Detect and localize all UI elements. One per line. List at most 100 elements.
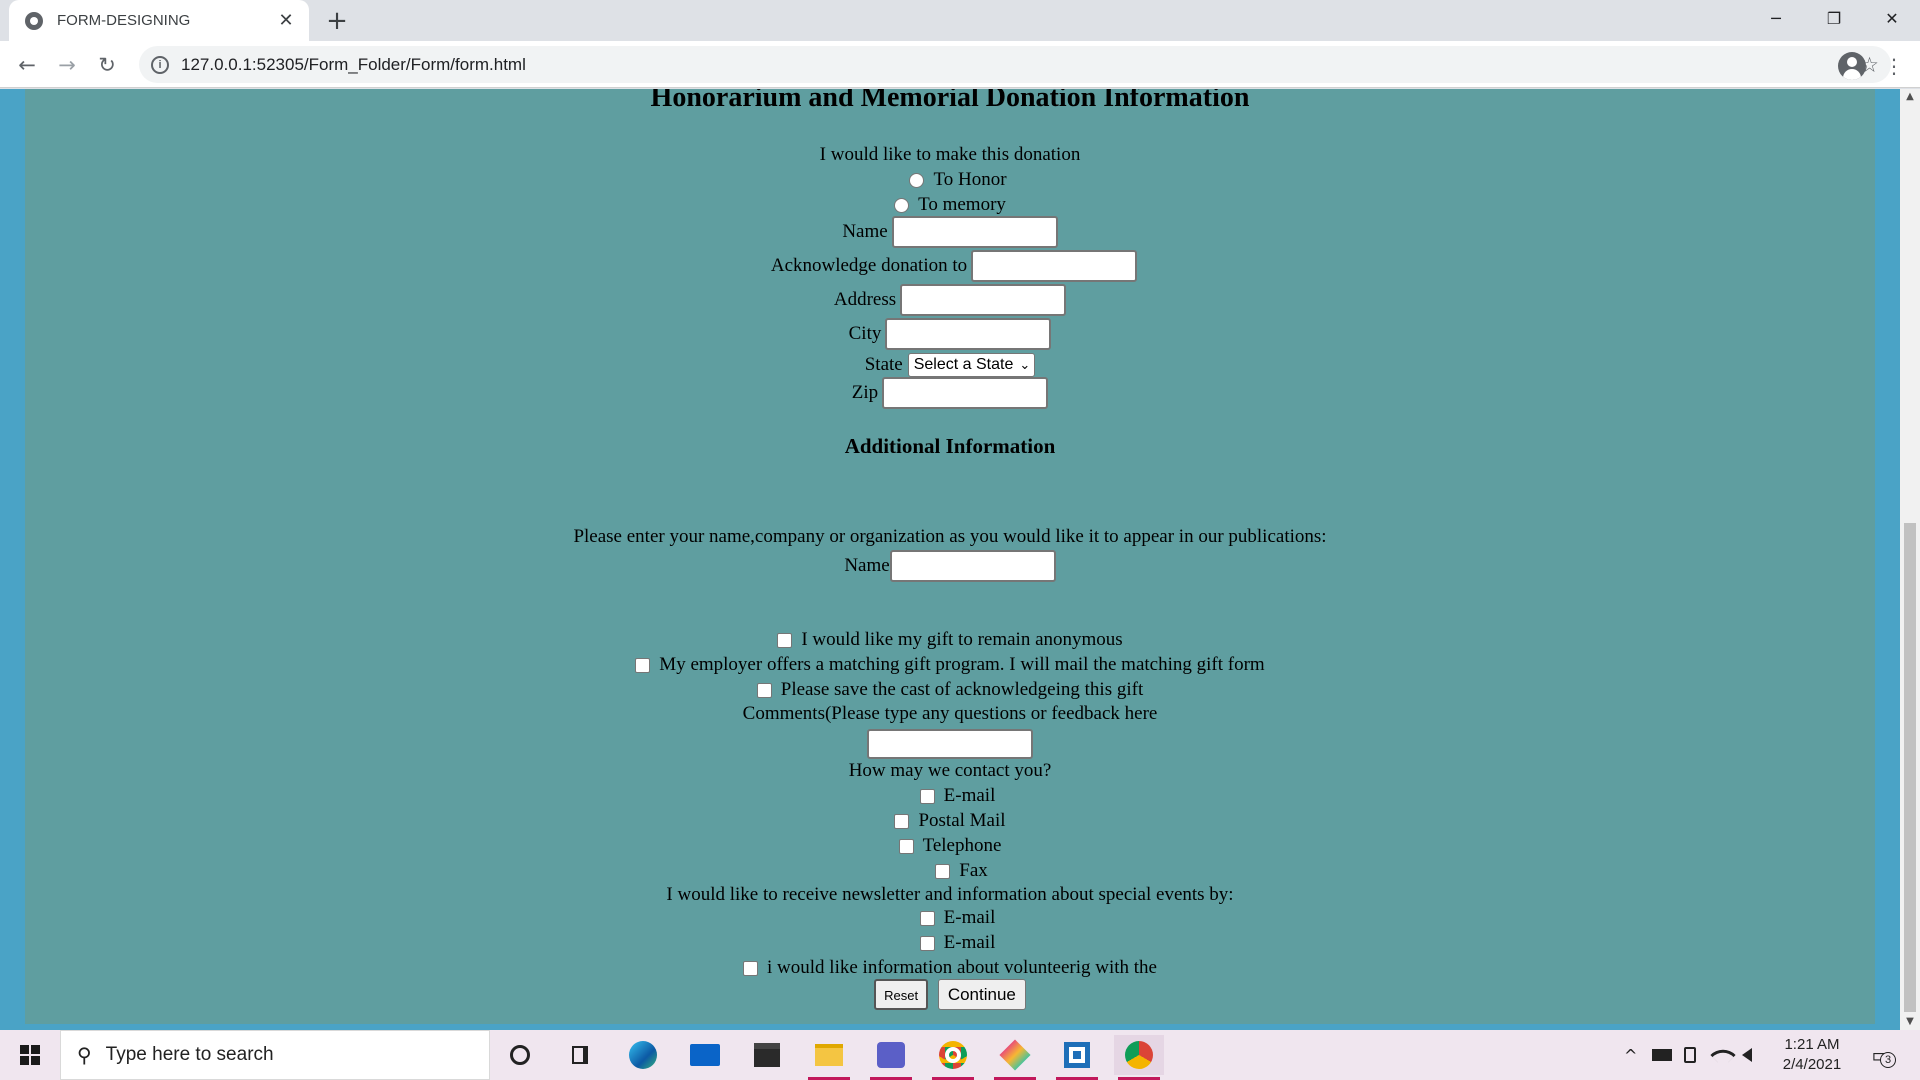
chevron-down-icon: ⌄ xyxy=(1019,357,1031,373)
volume-icon[interactable] xyxy=(1742,1030,1752,1080)
contact-fax-label: Fax xyxy=(959,860,988,881)
city-input[interactable] xyxy=(885,318,1052,350)
browser-menu-icon[interactable]: ⋮ xyxy=(1882,53,1906,79)
reload-icon[interactable]: ↻ xyxy=(91,49,123,81)
employer-match-label: My employer offers a matching gift progr… xyxy=(659,654,1265,675)
battery-icon[interactable] xyxy=(1652,1030,1672,1080)
contact-email-checkbox[interactable] xyxy=(919,788,935,804)
newsletter-email-label-2: E-mail xyxy=(943,932,996,953)
globe-favicon-icon xyxy=(25,11,43,30)
scroll-down-icon[interactable]: ▼ xyxy=(1900,1014,1920,1030)
windows-taskbar: ⚲ Type here to search ^ 1:21 AM 2/4/2021… xyxy=(0,1030,1920,1080)
clock-time: 1:21 AM xyxy=(1784,1036,1840,1053)
back-arrow-icon[interactable]: ← xyxy=(11,49,43,81)
state-label: State xyxy=(864,354,903,375)
donation-prompt: I would like to make this donation xyxy=(819,144,1081,165)
form-title: Honorarium and Memorial Donation Informa… xyxy=(650,89,1250,113)
state-select-value: Select a State xyxy=(913,356,1014,373)
tab-close-icon[interactable]: ✕ xyxy=(275,10,297,31)
vertical-scrollbar[interactable]: ▲ ▼ xyxy=(1900,89,1920,1030)
address-input[interactable] xyxy=(900,284,1067,316)
profile-avatar-icon[interactable] xyxy=(1838,52,1866,80)
notification-count-badge: 3 xyxy=(1880,1052,1896,1068)
continue-button[interactable]: Continue xyxy=(937,979,1026,1010)
newsletter-email-label-1: E-mail xyxy=(943,907,996,928)
newsletter-email-checkbox-2[interactable] xyxy=(919,935,935,951)
city-label: City xyxy=(848,323,882,344)
window-close-button[interactable]: ✕ xyxy=(1864,0,1920,41)
browser-toolbar: ← → ↻ i 127.0.0.1:52305/Form_Folder/Form… xyxy=(0,41,1920,88)
editor-app-icon[interactable] xyxy=(1052,1035,1102,1080)
edge-browser-icon[interactable] xyxy=(618,1035,668,1075)
save-cost-label: Please save the cast of acknowledgeing t… xyxy=(780,679,1144,700)
device-icon[interactable] xyxy=(1684,1030,1696,1080)
comments-label: Comments(Please type any questions or fe… xyxy=(742,703,1158,724)
search-icon: ⚲ xyxy=(77,1043,92,1067)
clock-date: 2/4/2021 xyxy=(1782,1056,1842,1073)
task-view-icon[interactable] xyxy=(555,1035,605,1075)
contact-telephone-label: Telephone xyxy=(922,835,1002,856)
mail-icon[interactable] xyxy=(680,1035,730,1075)
address-bar[interactable]: i 127.0.0.1:52305/Form_Folder/Form/form.… xyxy=(139,46,1891,83)
address-label: Address xyxy=(833,289,897,310)
forward-arrow-icon[interactable]: → xyxy=(51,49,83,81)
start-button[interactable] xyxy=(0,1030,60,1080)
wifi-icon[interactable] xyxy=(1710,1030,1736,1080)
state-select[interactable]: Select a State ⌄ xyxy=(907,353,1036,377)
comments-input[interactable] xyxy=(867,729,1033,759)
newsletter-email-checkbox-1[interactable] xyxy=(919,910,935,926)
restore-button[interactable]: ❐ xyxy=(1806,0,1862,41)
radio-to-honor-label: To Honor xyxy=(933,169,1007,190)
taskbar-search[interactable]: ⚲ Type here to search xyxy=(60,1030,490,1080)
zip-input[interactable] xyxy=(882,377,1049,409)
contact-fax-checkbox[interactable] xyxy=(935,863,951,879)
tray-overflow-icon[interactable]: ^ xyxy=(1624,1030,1637,1080)
tab-strip: FORM-DESIGNING ✕ + ─ ❐ ✕ xyxy=(0,0,1920,41)
scroll-thumb[interactable] xyxy=(1904,523,1916,1012)
file-explorer-icon[interactable] xyxy=(804,1035,854,1080)
zip-label: Zip xyxy=(851,382,879,403)
teams-icon[interactable] xyxy=(866,1035,916,1080)
anonymous-label: I would like my gift to remain anonymous xyxy=(801,629,1123,650)
cortana-icon[interactable] xyxy=(495,1035,545,1075)
new-tab-button[interactable]: + xyxy=(322,6,352,36)
git-app-icon[interactable] xyxy=(990,1035,1040,1080)
employer-match-checkbox[interactable] xyxy=(635,657,651,673)
radio-to-honor[interactable] xyxy=(909,172,925,188)
url-text[interactable]: 127.0.0.1:52305/Form_Folder/Form/form.ht… xyxy=(181,55,1860,75)
taskbar-clock[interactable]: 1:21 AM 2/4/2021 xyxy=(1772,1035,1852,1075)
volunteer-checkbox[interactable] xyxy=(743,960,759,976)
publication-prompt: Please enter your name,company or organi… xyxy=(573,526,1327,547)
additional-info-heading: Additional Information xyxy=(844,434,1056,458)
contact-prompt: How may we contact you? xyxy=(848,760,1052,781)
newsletter-prompt: I would like to receive newsletter and i… xyxy=(666,884,1234,905)
store-icon[interactable] xyxy=(742,1035,792,1075)
publication-name-label: Name xyxy=(844,555,890,576)
scroll-up-icon[interactable]: ▲ xyxy=(1900,89,1920,105)
contact-postal-checkbox[interactable] xyxy=(894,813,910,829)
name-label: Name xyxy=(842,221,888,242)
contact-email-label: E-mail xyxy=(943,785,996,806)
donation-form: Honorarium and Memorial Donation Informa… xyxy=(25,89,1875,1024)
reset-button[interactable]: Reset xyxy=(874,979,929,1010)
acknowledge-input[interactable] xyxy=(971,250,1138,282)
radio-to-memory-label: To memory xyxy=(918,194,1006,215)
contact-postal-label: Postal Mail xyxy=(918,810,1006,831)
chrome-active-icon[interactable] xyxy=(1114,1035,1164,1080)
tab-title: FORM-DESIGNING xyxy=(57,12,191,29)
site-info-icon[interactable]: i xyxy=(151,55,169,74)
search-placeholder: Type here to search xyxy=(105,1044,274,1065)
chrome-app-icon[interactable] xyxy=(928,1035,978,1080)
minimize-button[interactable]: ─ xyxy=(1748,0,1804,41)
save-cost-checkbox[interactable] xyxy=(756,682,772,698)
anonymous-checkbox[interactable] xyxy=(777,632,793,648)
volunteer-label: i would like information about volunteer… xyxy=(767,957,1157,978)
name-input[interactable] xyxy=(891,216,1058,248)
page-viewport: Honorarium and Memorial Donation Informa… xyxy=(0,89,1900,1030)
contact-telephone-checkbox[interactable] xyxy=(898,838,914,854)
publication-name-input[interactable] xyxy=(889,550,1056,582)
browser-tab[interactable]: FORM-DESIGNING ✕ xyxy=(9,0,309,41)
acknowledge-label: Acknowledge donation to xyxy=(770,255,968,276)
radio-to-memory[interactable] xyxy=(894,197,910,213)
windows-logo-icon xyxy=(20,1045,40,1065)
